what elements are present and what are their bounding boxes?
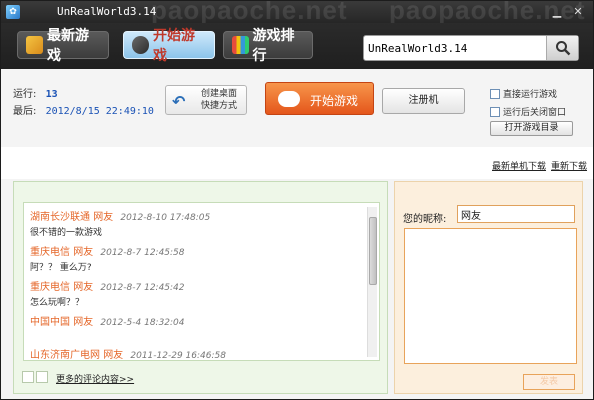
comment-user: 网友 [103, 350, 124, 361]
search-input[interactable] [368, 40, 544, 57]
comment-source: 中国中国 [30, 317, 70, 328]
comments-list[interactable]: 湖南长沙联通 网友 2012-8-10 17:48:05 很不错的一款游戏 重庆… [23, 202, 380, 361]
last-value: 2012/8/15 22:49:10 [45, 106, 154, 117]
comment-source: 湖南长沙联通 [30, 212, 90, 223]
create-shortcut-button[interactable]: ↶ 创建桌面 快捷方式 [165, 85, 247, 115]
newest-download-link[interactable]: 最新单机下载 [492, 159, 546, 172]
tab-start-game[interactable]: 开始游戏 [123, 28, 215, 64]
start-game-label: 开始游戏 [310, 94, 359, 108]
comment-time: 2012-8-7 12:45:58 [100, 248, 185, 258]
bar-chart-icon [232, 36, 249, 54]
comment-header: 湖南长沙联通 网友 2012-8-10 17:48:05 [30, 208, 360, 223]
comment-item: 重庆电信 网友 2012-8-7 12:45:42 怎么玩啊？？ [30, 278, 360, 308]
comment-time: 2012-8-7 12:45:42 [100, 283, 185, 293]
comment-header: 中国中国 网友 2012-5-4 18:32:04 [30, 313, 360, 328]
direct-run-option[interactable]: 直接运行游戏 [490, 87, 557, 100]
close-button[interactable]: ✕ [570, 4, 586, 19]
comment-header: 重庆电信 网友 2012-8-7 12:45:42 [30, 278, 360, 293]
scrollbar-thumb[interactable] [369, 217, 377, 285]
magnifier-icon [556, 41, 571, 56]
comment-text: 很不错的一款游戏 [30, 228, 103, 238]
tab-label: 最新游戏 [47, 28, 90, 64]
curved-arrow-icon: ↶ [172, 92, 186, 111]
last-run: 最后: 2012/8/15 22:49:10 [13, 102, 154, 117]
comment-time: 2012-8-10 17:48:05 [120, 213, 211, 223]
comment-user: 网友 [73, 282, 94, 293]
tab-label: 开始游戏 [153, 28, 196, 64]
close-after-option[interactable]: 运行后关闭窗口 [490, 105, 566, 118]
comments-scrollbar[interactable] [367, 207, 377, 357]
tab-label: 游戏排行 [252, 28, 295, 64]
comment-item: 重庆电信 网友 2012-8-7 12:45:58 阿？？ 重么万? [30, 243, 360, 273]
tab-game-ranking[interactable]: 游戏排行 [223, 28, 313, 64]
comment-source: 山东济南广电网 [30, 350, 100, 361]
comment-textarea[interactable] [404, 228, 577, 364]
prev-page-box[interactable] [22, 371, 34, 383]
tab-bar: 最新游戏 开始游戏 游戏排行 [1, 23, 593, 69]
gamepad-icon [132, 36, 150, 54]
window-title: UnRealWorld3.14 [57, 5, 157, 18]
comment-item: 中国中国 网友 2012-5-4 18:32:04 [30, 313, 360, 328]
comment-text: 阿？？ 重么万? [30, 263, 92, 273]
comment-source: 重庆电信 [30, 282, 70, 293]
close-after-checkbox[interactable] [490, 106, 500, 117]
comment-text: 怎么玩啊？？ [30, 298, 85, 308]
tab-newest-games[interactable]: 最新游戏 [17, 28, 109, 64]
comment-time: 2011-12-29 16:46:58 [130, 351, 226, 361]
comment-user: 网友 [73, 247, 94, 258]
last-label: 最后: [13, 106, 37, 117]
comment-header: 重庆电信 网友 2012-8-7 12:45:58 [30, 243, 360, 258]
nickname-label: 您的昵称: [403, 214, 447, 225]
next-page-box[interactable] [36, 371, 48, 383]
app-icon: ✿ [6, 5, 20, 19]
run-count: 运行: 13 [13, 85, 58, 100]
keygen-button[interactable]: 注册机 [382, 88, 465, 114]
start-game-button[interactable]: 开始游戏 [265, 82, 374, 115]
comment-user: 网友 [73, 317, 94, 328]
comments-panel: 湖南长沙联通 网友 2012-8-10 17:48:05 很不错的一款游戏 重庆… [13, 181, 388, 394]
run-value: 13 [45, 89, 58, 100]
search-box [363, 35, 579, 61]
search-button[interactable] [546, 36, 578, 60]
redownload-link[interactable]: 重新下载 [551, 159, 587, 172]
minimize-button[interactable]: ▁ [549, 4, 565, 19]
comment-form: 您的昵称: 发表 [394, 181, 583, 394]
comment-time: 2012-5-4 18:32:04 [100, 318, 185, 328]
direct-run-checkbox[interactable] [490, 88, 500, 99]
comment-item: 山东济南广电网 网友 2011-12-29 16:46:58 [30, 346, 360, 361]
app-window: ✿ UnRealWorld3.14 paopaoche.net paopaoch… [0, 0, 594, 400]
run-label: 运行: [13, 89, 37, 100]
shortcut-label: 创建桌面 快捷方式 [200, 89, 237, 111]
title-bar: ✿ UnRealWorld3.14 paopaoche.net paopaoch… [1, 1, 593, 25]
close-after-label: 运行后关闭窗口 [503, 108, 567, 118]
gamepad-icon [278, 91, 300, 107]
direct-run-label: 直接运行游戏 [503, 90, 558, 100]
submit-comment-button[interactable]: 发表 [523, 374, 575, 390]
gift-box-icon [26, 36, 44, 54]
comment-header: 山东济南广电网 网友 2011-12-29 16:46:58 [30, 346, 360, 361]
open-game-dir-button[interactable]: 打开游戏目录 [490, 121, 573, 136]
more-comments-link[interactable]: 更多的评论内容>> [56, 372, 134, 385]
comment-item: 湖南长沙联通 网友 2012-8-10 17:48:05 很不错的一款游戏 [30, 208, 360, 238]
nickname-input[interactable] [457, 205, 575, 223]
comment-user: 网友 [93, 212, 114, 223]
comment-source: 重庆电信 [30, 247, 70, 258]
